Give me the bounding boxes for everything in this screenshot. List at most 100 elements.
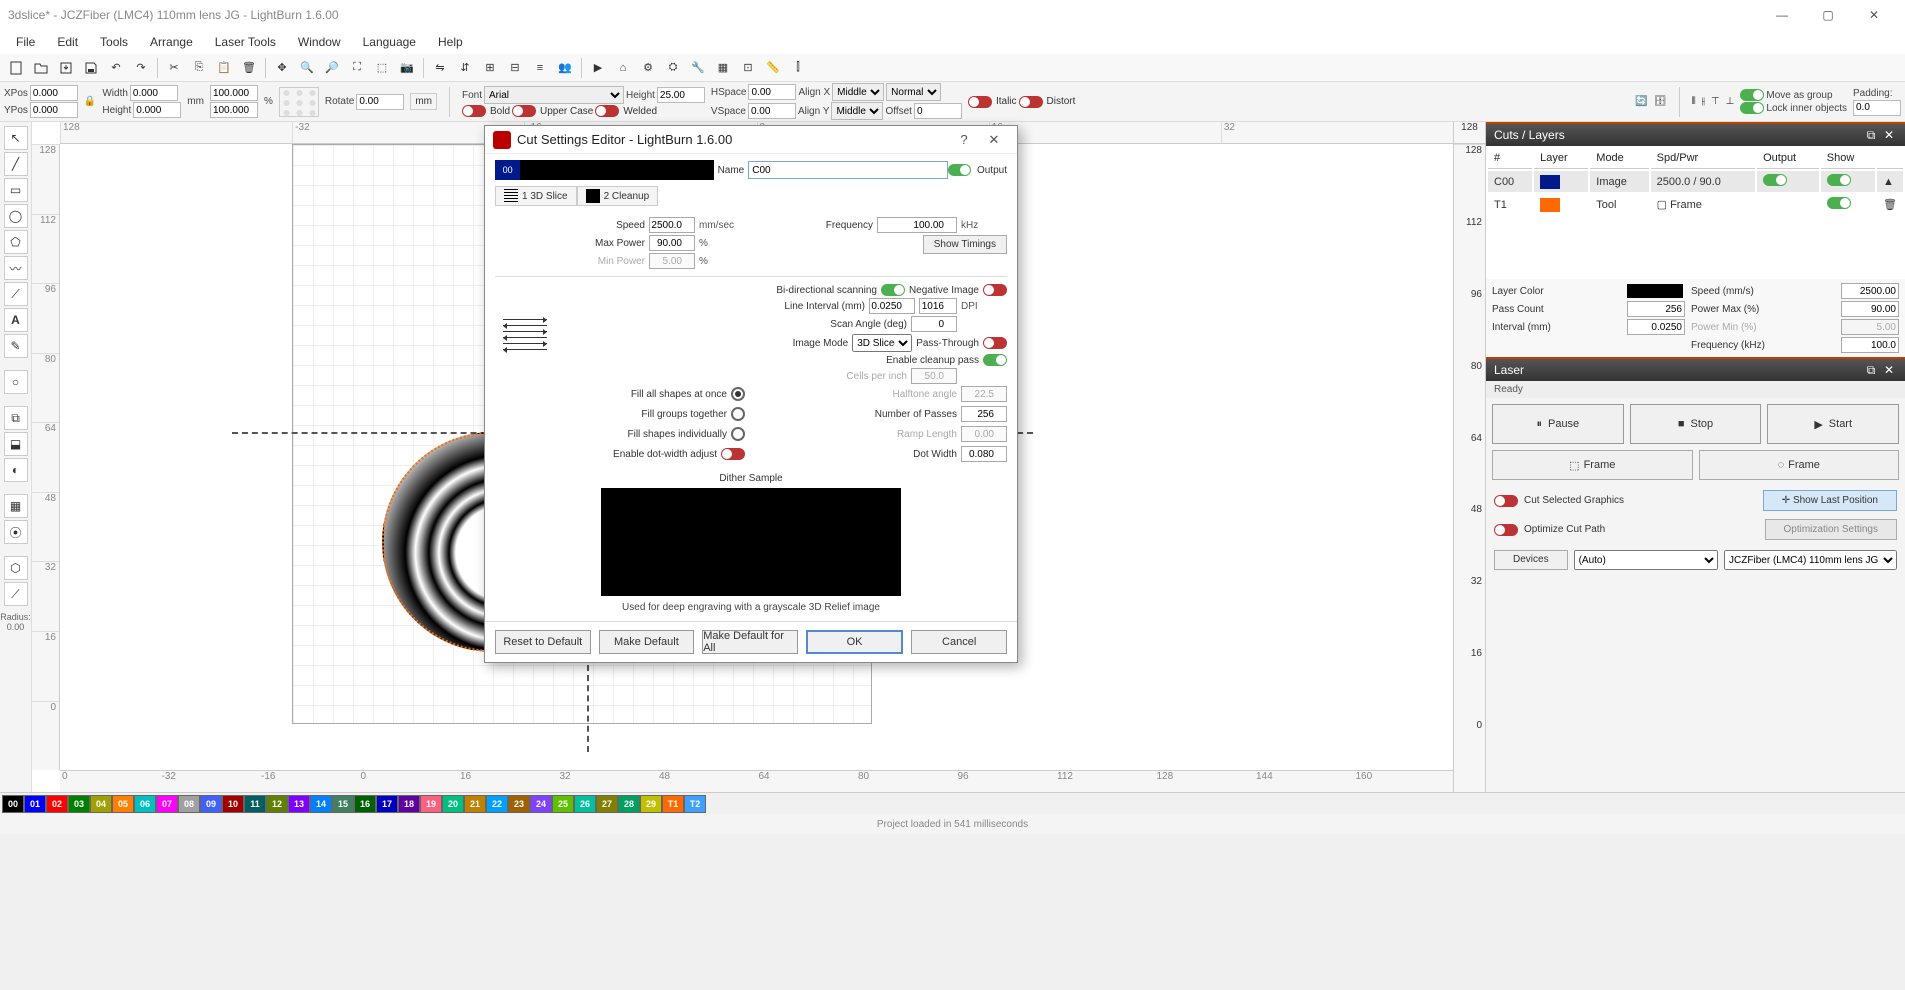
palette-swatch-18[interactable]: 18	[398, 795, 420, 813]
image-mode-select[interactable]: 3D Sliced	[852, 334, 912, 352]
optimization-settings-button[interactable]: Optimization Settings	[1765, 519, 1898, 540]
gear-icon[interactable]: ⛭	[661, 56, 685, 80]
boolean-tool[interactable]: ◐	[4, 458, 28, 482]
ypos-input[interactable]	[30, 102, 78, 118]
upper-toggle[interactable]	[512, 105, 536, 117]
lock-inner-toggle[interactable]	[1740, 102, 1764, 114]
optimize-toggle[interactable]	[1494, 524, 1518, 536]
hspace-input[interactable]	[748, 84, 796, 100]
cancel-button[interactable]: Cancel	[911, 630, 1007, 654]
aligny-select[interactable]: Middle	[831, 102, 883, 120]
menu-help[interactable]: Help	[428, 33, 473, 51]
array-icon[interactable]: ⊡	[736, 56, 760, 80]
offset-tool[interactable]: ⧉	[4, 406, 28, 430]
menu-laser-tools[interactable]: Laser Tools	[205, 33, 286, 51]
interval-input[interactable]	[1627, 319, 1685, 335]
panel-undock-icon[interactable]: ⧉	[1863, 127, 1879, 143]
zoom-out-icon[interactable]: 🔎	[320, 56, 344, 80]
paste-icon[interactable]: 📋	[212, 56, 236, 80]
maximize-button[interactable]: ▢	[1805, 0, 1851, 30]
db-icon[interactable]: 🗄	[1654, 96, 1667, 107]
palette-swatch-T1[interactable]: T1	[662, 795, 684, 813]
ok-button[interactable]: OK	[806, 630, 904, 654]
palette-swatch-27[interactable]: 27	[596, 795, 618, 813]
cut-selected-toggle[interactable]	[1494, 495, 1518, 507]
dialog-close-icon[interactable]: ✕	[979, 132, 1009, 148]
show-toggle-t1[interactable]	[1827, 197, 1851, 209]
redo-icon[interactable]: ↷	[129, 56, 153, 80]
bold-toggle[interactable]	[462, 105, 486, 117]
dotwidth-input[interactable]	[961, 446, 1007, 462]
palette-swatch-16[interactable]: 16	[354, 795, 376, 813]
group-icon[interactable]: ⊞	[478, 56, 502, 80]
dpi-input[interactable]	[919, 298, 957, 314]
select-tool[interactable]: ↖	[4, 126, 28, 150]
polygon-tool[interactable]: ⬠	[4, 230, 28, 254]
heightpct-input[interactable]	[210, 102, 258, 118]
palette-swatch-26[interactable]: 26	[574, 795, 596, 813]
bezier-tool[interactable]: 〰	[4, 256, 28, 280]
device-auto-select[interactable]: (Auto)	[1574, 550, 1718, 570]
align-e1-icon[interactable]: ⫴	[1692, 96, 1696, 107]
device-name-select[interactable]: JCZFiber (LMC4) 110mm lens JG	[1724, 550, 1897, 570]
palette-swatch-01[interactable]: 01	[24, 795, 46, 813]
laser-undock-icon[interactable]: ⧉	[1863, 362, 1879, 378]
fill-individual-radio[interactable]	[731, 427, 745, 441]
xpos-input[interactable]	[30, 85, 78, 101]
camera-icon[interactable]: 📷	[395, 56, 419, 80]
palette-swatch-00[interactable]: 00	[2, 795, 24, 813]
menu-arrange[interactable]: Arrange	[140, 33, 203, 51]
palette-swatch-07[interactable]: 07	[156, 795, 178, 813]
zoom-in-icon[interactable]: 🔍	[295, 56, 319, 80]
palette-swatch-13[interactable]: 13	[288, 795, 310, 813]
line-tool[interactable]: ╱	[4, 152, 28, 176]
measure-tool[interactable]: ⟋	[4, 582, 28, 606]
frame-rect-button[interactable]: ⬚Frame	[1492, 450, 1693, 480]
italic-toggle[interactable]	[968, 96, 992, 108]
palette-swatch-28[interactable]: 28	[618, 795, 640, 813]
palette-swatch-29[interactable]: 29	[640, 795, 662, 813]
vspace-input[interactable]	[748, 103, 796, 119]
rotate-input[interactable]	[356, 94, 404, 110]
dlg-maxp-input[interactable]	[649, 235, 695, 251]
palette-swatch-14[interactable]: 14	[310, 795, 332, 813]
palette-swatch-08[interactable]: 08	[178, 795, 200, 813]
menu-window[interactable]: Window	[288, 33, 351, 51]
palette-swatch-03[interactable]: 03	[68, 795, 90, 813]
adjust-icon[interactable]: ⫿	[786, 56, 810, 80]
home-icon[interactable]: ⌂	[611, 56, 635, 80]
layer-swatch-00[interactable]: 00	[495, 160, 520, 180]
start-button[interactable]: ▶Start	[1767, 404, 1899, 444]
palette-swatch-02[interactable]: 02	[46, 795, 68, 813]
show-last-position-button[interactable]: ✛ Show Last Position	[1763, 490, 1897, 511]
pan-icon[interactable]: ✥	[270, 56, 294, 80]
palette-swatch-09[interactable]: 09	[200, 795, 222, 813]
line-interval-input[interactable]	[869, 298, 915, 314]
palette-swatch-T2[interactable]: T2	[684, 795, 706, 813]
open-icon[interactable]	[29, 56, 53, 80]
palette-swatch-17[interactable]: 17	[376, 795, 398, 813]
palette-swatch-25[interactable]: 25	[552, 795, 574, 813]
save-icon[interactable]	[79, 56, 103, 80]
negimg-toggle[interactable]	[983, 284, 1007, 296]
align-e3-icon[interactable]: ⊤	[1711, 96, 1720, 107]
show-toggle[interactable]	[1827, 174, 1851, 186]
widthpct-input[interactable]	[210, 85, 258, 101]
sync-icon[interactable]: 🔄	[1635, 96, 1647, 107]
palette-swatch-20[interactable]: 20	[442, 795, 464, 813]
help-icon[interactable]: ?	[949, 132, 979, 147]
settings-icon[interactable]: ⚙	[636, 56, 660, 80]
palette-swatch-19[interactable]: 19	[420, 795, 442, 813]
ungroup-icon[interactable]: ⊟	[503, 56, 527, 80]
menu-file[interactable]: File	[6, 33, 45, 51]
frame-circle-button[interactable]: ◌Frame	[1699, 450, 1900, 480]
trace-tool[interactable]: ⬡	[4, 556, 28, 580]
mirror-v-icon[interactable]: ⇵	[453, 56, 477, 80]
num-passes-input[interactable]	[961, 406, 1007, 422]
make-default-button[interactable]: Make Default	[599, 630, 695, 654]
new-icon[interactable]	[4, 56, 28, 80]
ellipse-tool[interactable]: ◯	[4, 204, 28, 228]
align-e4-icon[interactable]: ⊥	[1726, 96, 1735, 107]
menu-edit[interactable]: Edit	[47, 33, 88, 51]
passthrough-toggle[interactable]	[983, 337, 1007, 349]
